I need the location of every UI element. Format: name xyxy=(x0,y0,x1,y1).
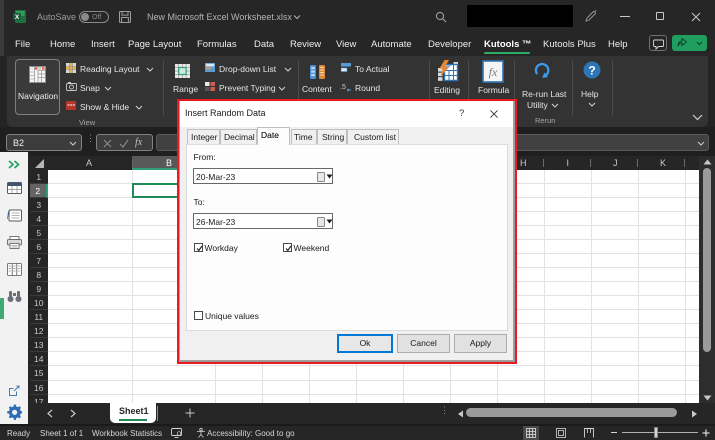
svg-text:?: ? xyxy=(588,64,595,78)
svg-text:X: X xyxy=(15,14,20,21)
svg-text:.5: .5 xyxy=(340,84,346,91)
svg-text:fx: fx xyxy=(489,65,498,79)
